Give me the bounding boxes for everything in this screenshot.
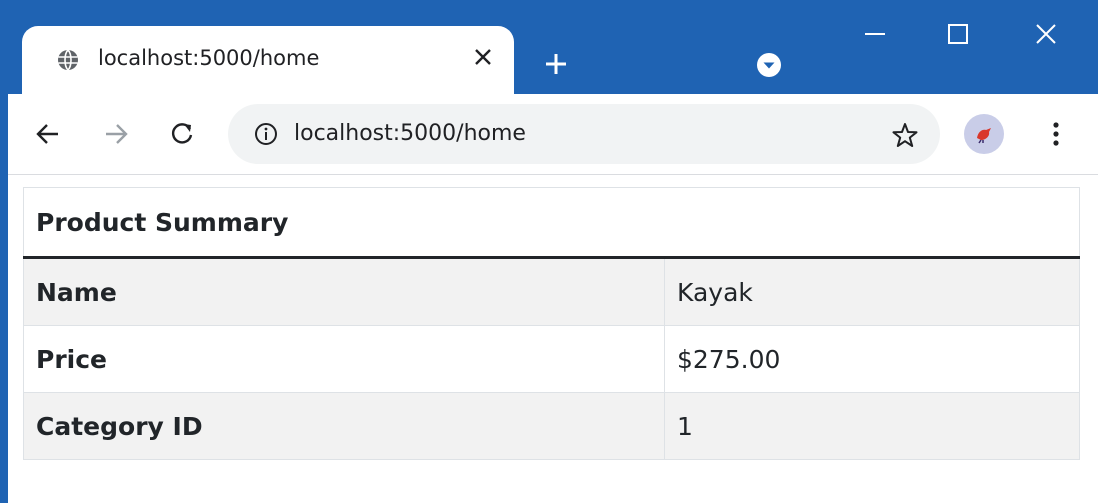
globe-icon [56, 48, 80, 72]
plus-icon[interactable] [536, 44, 576, 84]
tab-strip: localhost:5000/home [0, 0, 1098, 96]
chevron-down-circle-icon[interactable] [752, 48, 786, 82]
kebab-menu-icon[interactable] [1036, 114, 1076, 154]
tab-title: localhost:5000/home [98, 46, 320, 70]
avatar-bird-icon[interactable] [964, 114, 1004, 154]
close-icon[interactable] [468, 42, 498, 72]
star-icon[interactable] [888, 118, 922, 152]
reload-icon[interactable] [160, 112, 204, 156]
close-icon[interactable] [1016, 8, 1076, 60]
address-bar[interactable]: localhost:5000/home [228, 104, 940, 164]
arrow-right-icon[interactable] [94, 112, 138, 156]
url-text[interactable]: localhost:5000/home [294, 121, 526, 146]
row-value: 1 [664, 392, 1080, 460]
browser-toolbar: localhost:5000/home [8, 94, 1098, 175]
row-value: $275.00 [664, 325, 1080, 393]
info-icon[interactable] [252, 120, 280, 148]
page-content: Product Summary Name Kayak Price $275.00… [8, 175, 1098, 503]
table-row: Category ID 1 [23, 392, 1080, 460]
arrow-left-icon[interactable] [26, 112, 70, 156]
product-summary-table: Product Summary Name Kayak Price $275.00… [23, 187, 1080, 460]
minimize-icon[interactable] [845, 8, 905, 60]
browser-tab[interactable]: localhost:5000/home [22, 26, 514, 96]
maximize-icon[interactable] [928, 8, 988, 60]
row-label: Price [23, 325, 665, 393]
row-value: Kayak [664, 257, 1080, 326]
table-row: Name Kayak [23, 257, 1080, 326]
table-heading: Product Summary [23, 187, 1080, 259]
row-label: Name [23, 257, 665, 326]
row-label: Category ID [23, 392, 665, 460]
browser-window: localhost:5000/home localhost:5000/home … [0, 0, 1098, 503]
table-row: Price $275.00 [23, 325, 1080, 393]
